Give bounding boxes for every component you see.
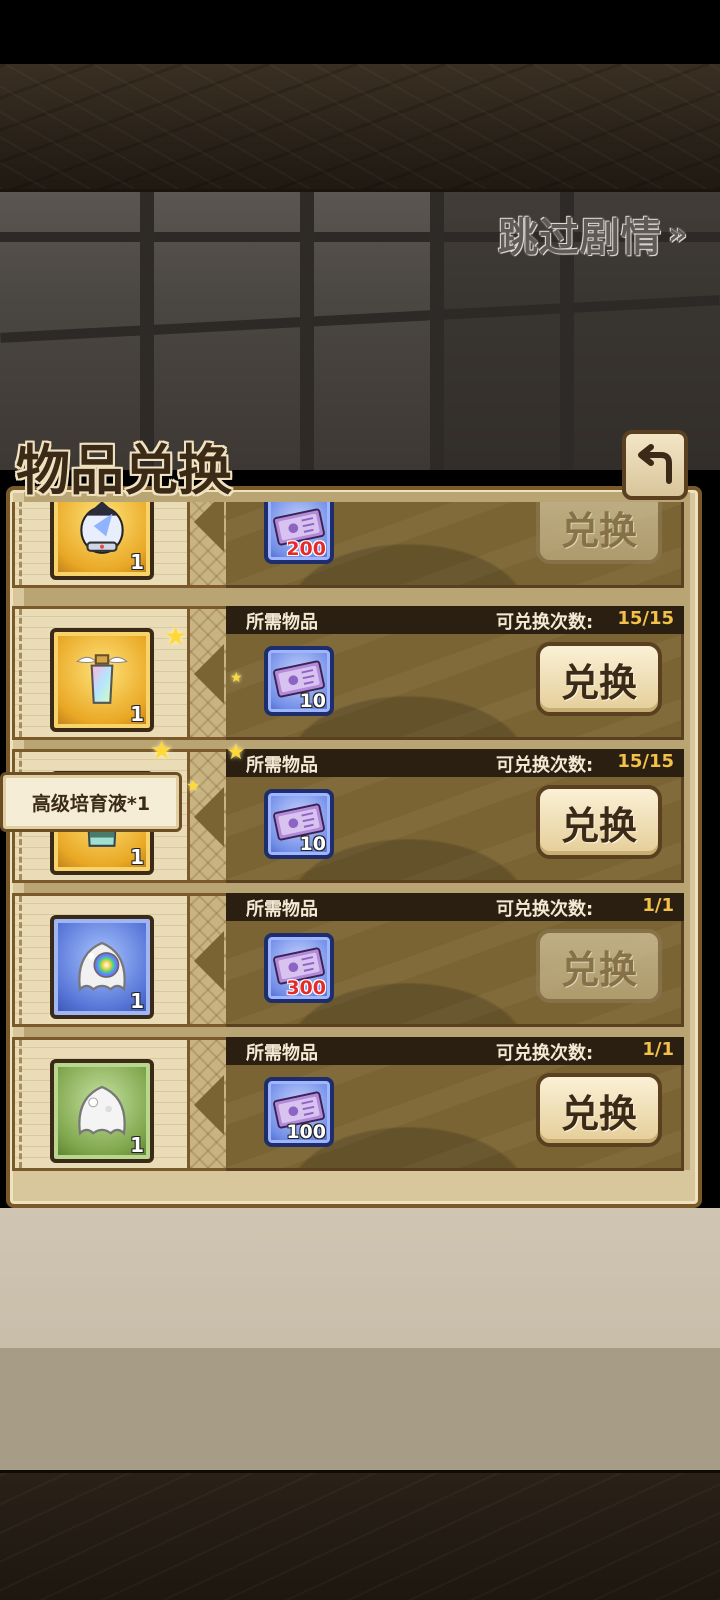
exchange-row: 所需物品 可兑换次数: 1/1 1 100 兑换	[12, 1037, 684, 1171]
cost-item-slot[interactable]: 200	[264, 502, 334, 564]
panel-title: 物品兑换	[16, 439, 232, 502]
row-arrow-notch	[194, 644, 224, 704]
scene-post	[300, 192, 314, 470]
back-button[interactable]	[622, 430, 688, 500]
lower-background	[0, 1208, 720, 1470]
cost-item-slot[interactable]: 10	[264, 646, 334, 716]
cost-item-slot[interactable]: 10	[264, 789, 334, 859]
exchange-count-label: 可兑换次数:	[496, 1043, 594, 1064]
reward-item-slot[interactable]: 1	[50, 628, 154, 732]
back-arrow-icon	[638, 444, 672, 484]
status-bar	[0, 0, 720, 64]
reward-item-slot[interactable]: 1	[50, 1059, 154, 1163]
bottom-decor-band	[0, 1470, 720, 1600]
sparkle-star-icon: ★	[226, 740, 246, 765]
required-items-label: 所需物品	[246, 1043, 318, 1064]
exchange-row: 所需物品 可兑换次数: 1/1 1 300 兑换	[12, 893, 684, 1027]
exchange-count-value: 15/15	[617, 608, 674, 629]
skip-story-button[interactable]: 跳过剧情 »	[498, 206, 688, 262]
exchange-button[interactable]: 兑换	[536, 929, 662, 1003]
row-arrow-notch	[194, 931, 224, 991]
top-decor-band	[0, 64, 720, 192]
sparkle-star-icon: ★	[150, 736, 174, 766]
exchange-button[interactable]: 兑换	[536, 785, 662, 859]
required-items-label: 所需物品	[246, 612, 318, 633]
sparkle-star-icon: ★	[186, 776, 201, 795]
double-chevron-right-icon: »	[668, 216, 689, 252]
reward-quantity: 1	[130, 845, 144, 869]
exchange-count-label: 可兑换次数:	[496, 612, 594, 633]
exchange-count-label: 可兑换次数:	[496, 899, 594, 920]
white-slime-icon	[69, 1076, 135, 1146]
cost-amount: 300	[286, 977, 326, 999]
exchange-button[interactable]: 兑换	[536, 1073, 662, 1147]
reward-item-slot[interactable]: 1	[50, 915, 154, 1019]
reward-quantity: 1	[130, 989, 144, 1013]
winged-potion-icon	[71, 647, 133, 713]
exchange-row: 所需物品 可兑换次数: 15/15 1 10 兑换	[12, 606, 684, 740]
cost-amount: 100	[286, 1121, 326, 1143]
rainbow-slime-icon	[69, 932, 135, 1002]
cost-amount: 200	[286, 538, 326, 560]
exchange-count-value: 1/1	[642, 1039, 674, 1060]
sparkle-star-icon: ★	[164, 622, 188, 652]
cost-amount: 10	[299, 833, 326, 855]
skip-story-label: 跳过剧情	[498, 215, 662, 261]
exchange-count-value: 1/1	[642, 895, 674, 916]
character-portrait-icon	[71, 502, 133, 561]
required-items-label: 所需物品	[246, 755, 318, 776]
scene-post	[430, 192, 444, 470]
exchange-button[interactable]: 兑换	[536, 642, 662, 716]
cost-item-slot[interactable]: 300	[264, 933, 334, 1003]
cost-amount: 10	[299, 690, 326, 712]
reward-quantity: 1	[130, 550, 144, 574]
reward-quantity: 1	[130, 702, 144, 726]
row-arrow-notch	[194, 787, 224, 847]
sparkle-star-icon: ★	[230, 670, 243, 686]
cost-item-slot[interactable]: 100	[264, 1077, 334, 1147]
required-items-label: 所需物品	[246, 899, 318, 920]
exchange-count-label: 可兑换次数:	[496, 755, 594, 776]
row-arrow-notch	[194, 1075, 224, 1135]
zigzag-decor	[0, 1348, 720, 1470]
item-tooltip: 高级培育液*1	[0, 772, 182, 832]
exchange-count-value: 15/15	[617, 751, 674, 772]
reward-quantity: 1	[130, 1133, 144, 1157]
